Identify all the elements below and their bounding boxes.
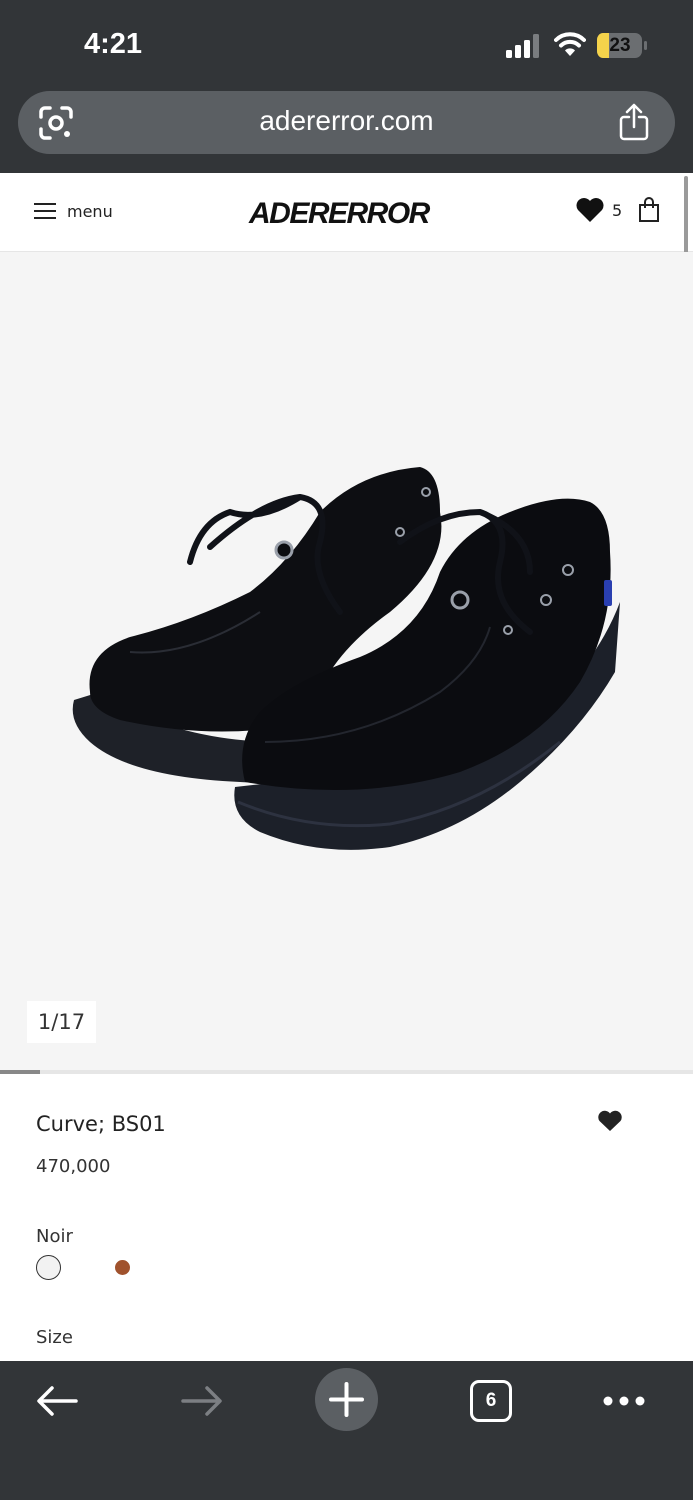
color-swatch-noir[interactable] <box>36 1255 61 1280</box>
browser-top-chrome: 4:21 23 adererror.com <box>0 0 693 173</box>
shopping-bag-icon[interactable] <box>638 197 660 223</box>
product-price: 470,000 <box>36 1156 111 1177</box>
tab-switcher-button[interactable]: 6 <box>470 1380 512 1422</box>
size-label: Size <box>36 1327 73 1348</box>
heart-icon[interactable] <box>597 1110 623 1132</box>
image-counter: 1/17 <box>27 1001 96 1043</box>
product-image <box>72 467 621 850</box>
more-options-icon[interactable] <box>603 1396 645 1406</box>
selected-color-name: Noir <box>36 1226 73 1247</box>
menu-label: menu <box>67 201 113 221</box>
menu-button[interactable]: menu <box>34 198 113 224</box>
wishlist-count: 5 <box>612 200 623 220</box>
gallery-progress-fill <box>0 1070 41 1074</box>
gallery-progress <box>0 1070 693 1074</box>
new-tab-button[interactable] <box>315 1368 378 1431</box>
wishlist-button[interactable]: 5 <box>575 197 622 223</box>
browser-bottom-toolbar: 6 <box>0 1361 693 1500</box>
color-swatch-brown[interactable] <box>115 1260 130 1275</box>
share-icon[interactable] <box>618 103 650 141</box>
wifi-icon <box>554 32 586 56</box>
cellular-signal-icon <box>506 34 539 58</box>
url-bar[interactable]: adererror.com <box>18 91 675 154</box>
product-name: Curve; BS01 <box>36 1112 166 1136</box>
site-logo[interactable]: ADERERROR <box>249 197 430 231</box>
status-time: 4:21 <box>84 28 143 60</box>
forward-arrow-icon[interactable] <box>181 1385 223 1417</box>
product-gallery[interactable]: 1/17 <box>0 252 693 1070</box>
hamburger-icon <box>34 202 56 220</box>
url-text[interactable]: adererror.com <box>18 105 675 137</box>
site-header: menu ADERERROR 5 <box>0 173 693 252</box>
battery-level: 23 <box>609 35 631 56</box>
back-arrow-icon[interactable] <box>36 1385 78 1417</box>
heart-icon <box>576 198 604 222</box>
plus-icon <box>329 1382 364 1417</box>
